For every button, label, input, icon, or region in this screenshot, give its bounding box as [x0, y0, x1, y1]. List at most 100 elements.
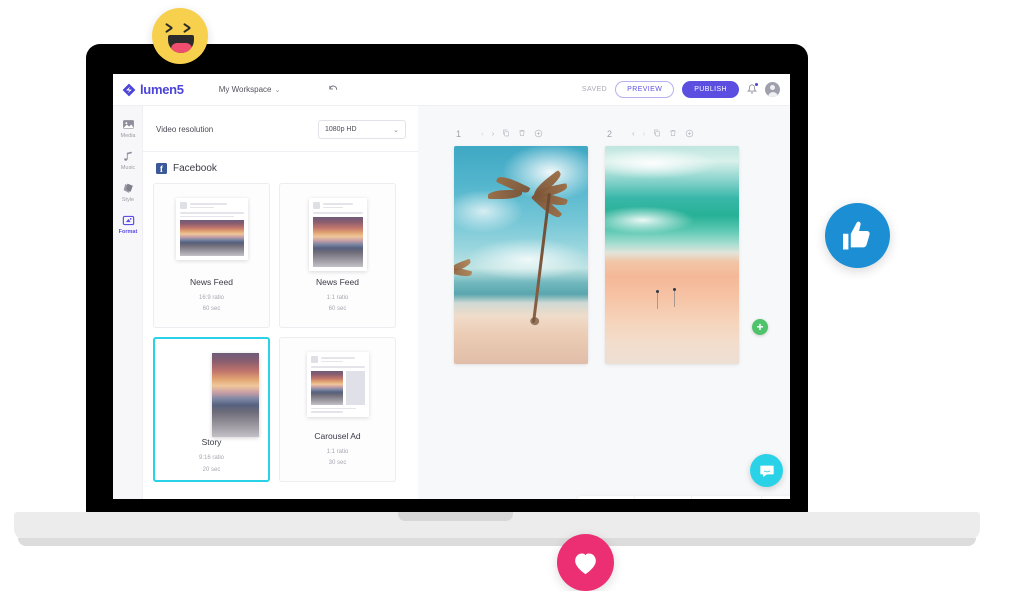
thumbnail-lines	[322, 202, 363, 209]
thumbnail-header	[179, 202, 244, 209]
scene-image-palm-tree[interactable]	[454, 146, 588, 364]
copy-glyph	[654, 129, 661, 137]
sidebar-item-music[interactable]: Music	[113, 144, 143, 176]
chevron-down-icon: ⌄	[274, 86, 281, 94]
template-ratio: 1:1 ratio	[326, 448, 349, 455]
add-circle-icon[interactable]	[685, 129, 694, 140]
like-reaction-icon	[825, 203, 890, 268]
template-name: Story	[201, 437, 222, 447]
add-circle-glyph	[535, 129, 543, 137]
scene-toolbar: 1 ‹ ›	[454, 126, 588, 142]
thumbnail-line	[310, 366, 365, 368]
sidebar-label-style: Style	[121, 197, 135, 203]
resolution-row: Video resolution 1080p HD ⌄	[143, 106, 418, 152]
laptop-mockup: lumen5 My Workspace ⌄ SAVED PREVIEW PUBL…	[0, 0, 1009, 591]
haha-eye-left	[165, 25, 175, 32]
sidebar-item-media[interactable]: Media	[113, 112, 143, 144]
template-duration: 60 sec	[202, 306, 221, 313]
template-card[interactable]: Carousel Ad 1:1 ratio 30 sec	[279, 337, 396, 482]
template-card[interactable]: News Feed 16:9 ratio 60 sec	[153, 183, 270, 328]
template-ratio: 9:16 ratio	[198, 455, 225, 461]
avatar-body	[767, 92, 778, 97]
bell-icon[interactable]	[746, 82, 758, 96]
chevron-left-icon[interactable]: ‹	[632, 130, 635, 138]
scene-row: 1 ‹ › 2 ‹ ›	[418, 106, 790, 364]
thumbnail-line	[310, 407, 357, 409]
scene-1[interactable]: 1 ‹ ›	[454, 126, 588, 364]
format-panel: Video resolution 1080p HD ⌄ f Facebook N…	[143, 106, 418, 499]
sidebar-item-style[interactable]: Style	[113, 176, 143, 208]
chat-bubble-button[interactable]	[750, 454, 783, 487]
thumbnail-image	[211, 353, 259, 437]
resolution-value: 1080p HD	[325, 126, 357, 133]
laptop-base-shadow	[18, 538, 976, 546]
add-circle-glyph	[686, 129, 694, 137]
platform-name: Facebook	[173, 163, 217, 174]
chevron-left-icon[interactable]: ‹	[481, 130, 484, 138]
scene-number: 1	[456, 129, 462, 139]
thumbnail-header	[310, 356, 365, 363]
thumbnail-line	[310, 411, 343, 413]
thumbnail-square-post	[308, 198, 367, 271]
workspace-selector[interactable]: My Workspace ⌄	[219, 85, 281, 94]
notification-dot	[755, 82, 758, 86]
haha-mouth	[168, 35, 194, 53]
thumbnail-line	[179, 212, 244, 214]
chevron-right-icon[interactable]: ›	[492, 130, 495, 138]
thumbnail-carousel-post	[306, 352, 369, 417]
resolution-select[interactable]: 1080p HD ⌄	[318, 120, 406, 139]
copy-icon[interactable]	[653, 129, 661, 139]
scene-image-aerial-beach[interactable]	[605, 146, 739, 364]
thumbnail-lines	[189, 202, 244, 209]
undo-arrow-icon	[329, 85, 338, 90]
carousel-slides	[310, 370, 365, 405]
scene-toolbar: 2 ‹ ›	[605, 126, 739, 142]
app-screen: lumen5 My Workspace ⌄ SAVED PREVIEW PUBL…	[113, 74, 790, 499]
avatar-head	[770, 85, 775, 90]
layers-icon	[123, 183, 133, 193]
beach-figure	[673, 287, 677, 307]
trash-icon[interactable]	[518, 129, 526, 139]
layouts-control[interactable]: Layouts	[635, 496, 693, 499]
haha-eye-right	[183, 25, 193, 32]
copy-icon[interactable]	[502, 129, 510, 139]
sidebar-item-format[interactable]: Format	[113, 208, 143, 240]
platform-section-header: f Facebook	[143, 152, 418, 183]
thumbnail-image	[312, 216, 363, 267]
template-card-selected[interactable]: Story 9:16 ratio 20 sec	[153, 337, 270, 482]
thumbnail-line	[189, 206, 214, 208]
beach-figure	[655, 289, 659, 309]
duration-control: – 5s +	[692, 496, 763, 499]
preview-button[interactable]: PREVIEW	[615, 81, 675, 98]
thumbnail-line	[179, 215, 234, 217]
palm-trunk	[531, 192, 551, 323]
thumbnail-avatar	[310, 356, 318, 363]
thumbnail-avatar	[179, 202, 187, 209]
more-options-control[interactable]: ••• More options	[762, 496, 790, 499]
trash-icon[interactable]	[669, 129, 677, 139]
template-name: Carousel Ad	[314, 430, 361, 441]
chat-bubble-icon	[759, 465, 774, 477]
add-circle-icon[interactable]	[534, 129, 543, 140]
template-duration: 30 sec	[328, 460, 347, 467]
saved-status: SAVED	[581, 86, 608, 93]
template-card[interactable]: News Feed 1:1 ratio 60 sec	[279, 183, 396, 328]
trash-glyph	[519, 130, 526, 136]
add-scene-button[interactable]: +	[752, 319, 768, 335]
thumbnail-avatar	[312, 202, 320, 209]
brand-logo[interactable]: lumen5	[122, 82, 184, 97]
thumbnail-image	[179, 220, 244, 256]
publish-button[interactable]: PUBLISH	[682, 81, 739, 98]
scene-2[interactable]: 2 ‹ ›	[605, 126, 739, 364]
thumbnail-header	[312, 202, 363, 209]
carousel-next-slide	[345, 370, 365, 405]
thumbnail-line	[320, 360, 344, 362]
thumbnail-line	[322, 206, 343, 208]
preview-control[interactable]: ▶ Preview	[578, 496, 635, 499]
sidebar-label-music: Music	[120, 165, 136, 171]
chevron-right-icon[interactable]: ›	[643, 130, 646, 138]
undo-button[interactable]	[328, 83, 339, 97]
header-actions: SAVED PREVIEW PUBLISH	[582, 81, 780, 98]
scene-number: 2	[607, 129, 613, 139]
avatar[interactable]	[765, 82, 780, 97]
